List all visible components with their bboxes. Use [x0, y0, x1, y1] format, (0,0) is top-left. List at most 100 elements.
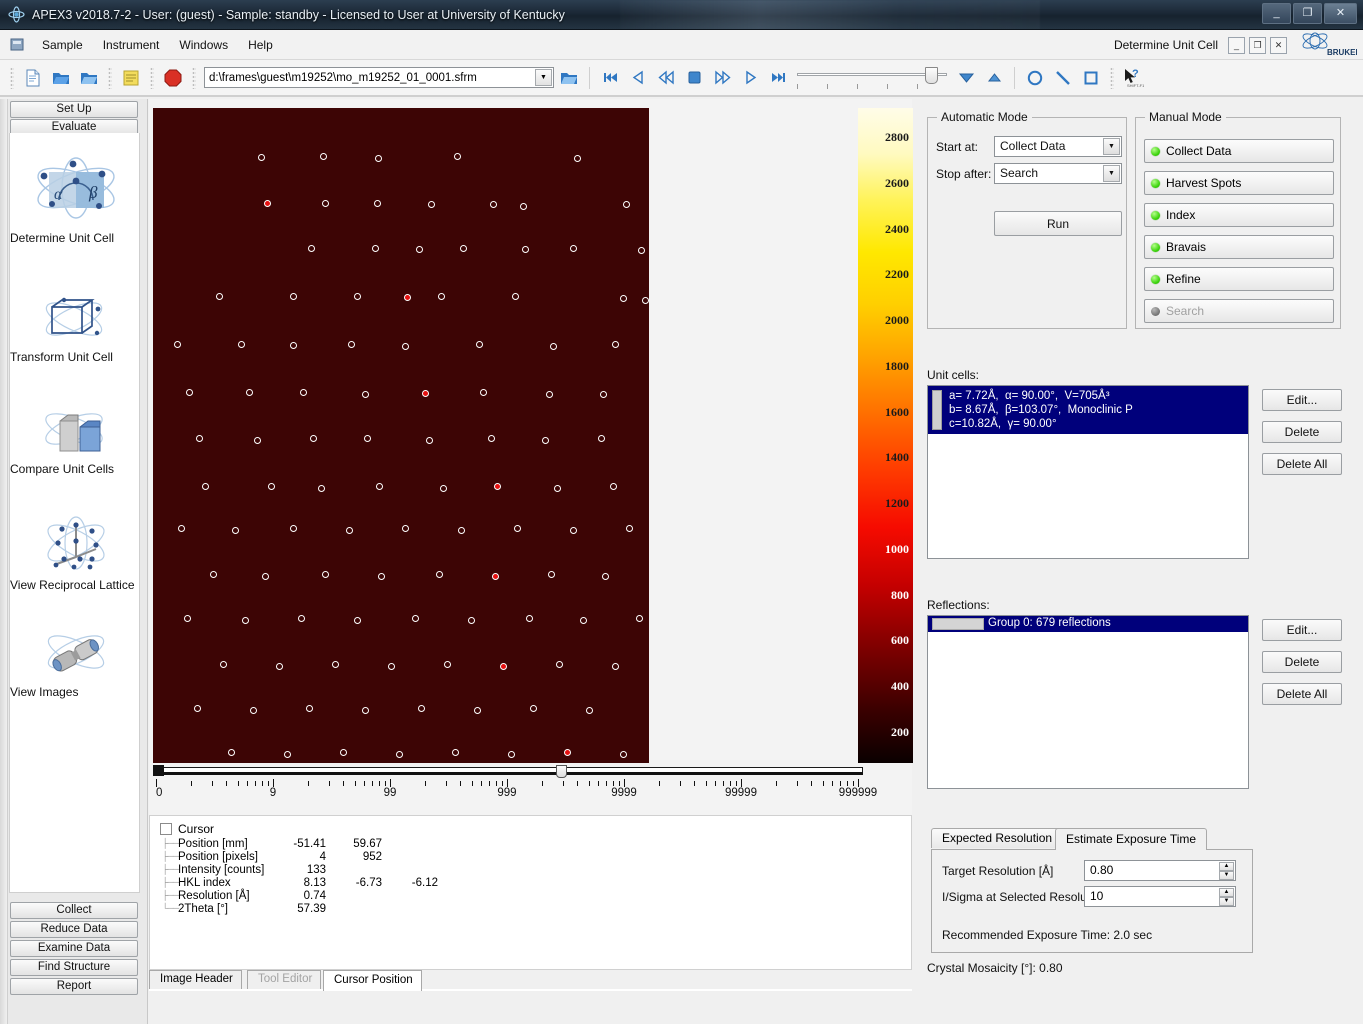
- mdi-minimize-button[interactable]: _: [1228, 36, 1245, 54]
- manual-step-bravais[interactable]: Bravais: [1144, 235, 1334, 259]
- reflection-spot[interactable]: [401, 524, 409, 532]
- reflection-spot[interactable]: [363, 434, 371, 442]
- toolbar-grip-4[interactable]: [192, 66, 196, 89]
- reflection-spot[interactable]: [361, 706, 369, 714]
- reflection-spot[interactable]: [427, 200, 435, 208]
- mdi-close-button[interactable]: ✕: [1270, 36, 1287, 54]
- sidebar-item-compare-unit-cells[interactable]: Compare Unit Cells: [10, 405, 141, 476]
- toolbar-grip[interactable]: [10, 66, 14, 89]
- reflection-spot[interactable]: [417, 704, 425, 712]
- intensity-scale-ruler[interactable]: 0 9 99 999 9999 99999 999999: [153, 765, 877, 809]
- reflection-spot[interactable]: [201, 482, 209, 490]
- reflection-spot[interactable]: [241, 616, 249, 624]
- sidebar-button-collect[interactable]: Collect: [10, 902, 138, 919]
- reflection-spot[interactable]: [525, 614, 533, 622]
- reflection-spot[interactable]: [601, 572, 609, 580]
- reflection-spot[interactable]: [473, 706, 481, 714]
- stepper-down-icon[interactable]: ▼: [1219, 871, 1234, 880]
- notes-icon[interactable]: [118, 65, 144, 91]
- reflection-spot[interactable]: [401, 342, 409, 350]
- frame-path-input[interactable]: d:\frames\guest\m19252\mo_m19252_01_0001…: [204, 67, 554, 88]
- reflection-spot[interactable]: [599, 390, 607, 398]
- reflection-spot[interactable]: [489, 200, 497, 208]
- reflection-spot[interactable]: [439, 484, 447, 492]
- slider-thumb[interactable]: [925, 66, 938, 84]
- reflection-spot[interactable]: [511, 292, 519, 300]
- reflection-spot[interactable]: [267, 482, 275, 490]
- reflection-spot[interactable]: [425, 436, 433, 444]
- reflection-spot[interactable]: [195, 434, 203, 442]
- reflections-delete-button[interactable]: Delete: [1262, 651, 1342, 673]
- reflection-spot[interactable]: [457, 526, 465, 534]
- help-cursor-icon[interactable]: ? SHIFT-F1: [1120, 65, 1146, 91]
- reflection-spot[interactable]: [371, 244, 379, 252]
- window-close-button[interactable]: ✕: [1324, 3, 1357, 24]
- reflection-spot[interactable]: [541, 436, 549, 444]
- menu-item-instrument[interactable]: Instrument: [93, 35, 170, 55]
- sidebar-button-examine-data[interactable]: Examine Data: [10, 940, 138, 957]
- reflection-spot[interactable]: [411, 614, 419, 622]
- reflection-spot[interactable]: [611, 340, 619, 348]
- reflection-spot[interactable]: [415, 245, 423, 253]
- cursor-expand-checkbox[interactable]: [160, 823, 172, 835]
- reflection-spot[interactable]: [321, 570, 329, 578]
- reflection-spot[interactable]: [479, 388, 487, 396]
- new-document-icon[interactable]: [20, 65, 46, 91]
- manual-step-search[interactable]: Search: [1144, 299, 1334, 323]
- last-frame-icon[interactable]: [765, 65, 791, 91]
- chevron-down-icon[interactable]: [953, 65, 979, 91]
- circle-tool-icon[interactable]: [1022, 65, 1048, 91]
- reflection-spot[interactable]: [555, 660, 563, 668]
- reflection-spot[interactable]: [513, 524, 521, 532]
- reflection-spot[interactable]: [622, 200, 630, 208]
- reflection-spot[interactable]: [289, 292, 297, 300]
- reflection-spot[interactable]: [529, 704, 537, 712]
- reflection-spot[interactable]: [177, 524, 185, 532]
- reflection-spot[interactable]: [289, 341, 297, 349]
- open-folder-alt-icon[interactable]: [76, 65, 102, 91]
- start-at-combobox[interactable]: Collect Data ▼: [994, 136, 1122, 157]
- play-icon[interactable]: [737, 65, 763, 91]
- sidebar-item-determine-unit-cell[interactable]: α β Determine Unit Cell: [10, 154, 141, 245]
- reflection-spot[interactable]: [545, 390, 553, 398]
- reflection-spot[interactable]: [475, 340, 483, 348]
- tab-tool-editor[interactable]: Tool Editor: [247, 970, 322, 989]
- unit-cells-edit-button[interactable]: Edit...: [1262, 389, 1342, 411]
- reflection-spot[interactable]: [377, 572, 385, 580]
- reflection-spot[interactable]: [231, 526, 239, 534]
- sidebar-item-transform-unit-cell[interactable]: Transform Unit Cell: [10, 293, 141, 364]
- reflections-listbox[interactable]: Group 0: 679 reflections: [927, 615, 1249, 789]
- diffraction-frame-view[interactable]: [153, 108, 649, 763]
- reflection-spot[interactable]: [361, 390, 369, 398]
- reflection-spot[interactable]: [395, 750, 403, 758]
- reflection-spot[interactable]: [373, 199, 381, 207]
- reflection-spot[interactable]: [619, 294, 627, 302]
- reflection-spot[interactable]: [317, 484, 325, 492]
- tab-image-header[interactable]: Image Header: [149, 970, 242, 989]
- reflection-spot[interactable]: [219, 660, 227, 668]
- reflection-spot[interactable]: [321, 199, 329, 207]
- reflection-spot[interactable]: [641, 296, 649, 304]
- reflection-spot[interactable]: [421, 389, 429, 397]
- reflection-spot[interactable]: [289, 524, 297, 532]
- manual-step-collect-data[interactable]: Collect Data: [1144, 139, 1334, 163]
- reflection-spot[interactable]: [569, 526, 577, 534]
- box-tool-icon[interactable]: [1078, 65, 1104, 91]
- stepper-down-icon[interactable]: ▼: [1219, 897, 1234, 906]
- manual-step-refine[interactable]: Refine: [1144, 267, 1334, 291]
- reflection-spot[interactable]: [499, 662, 507, 670]
- reflection-spot[interactable]: [227, 748, 235, 756]
- reflection-spot[interactable]: [331, 660, 339, 668]
- chevron-down-icon[interactable]: ▼: [535, 69, 552, 86]
- scale-low-handle[interactable]: [153, 765, 164, 776]
- tab-expected-resolution[interactable]: Expected Resolution: [931, 828, 1064, 848]
- reflection-spot[interactable]: [519, 202, 527, 210]
- reflection-spot[interactable]: [637, 246, 645, 254]
- toolbar-grip-5[interactable]: [1110, 66, 1114, 89]
- reflection-spot[interactable]: [183, 614, 191, 622]
- reflection-spot[interactable]: [353, 616, 361, 624]
- stop-icon[interactable]: [160, 65, 186, 91]
- unit-cell-row[interactable]: a= 7.72Å, α= 90.00°, V=705Å³ b= 8.67Å, β…: [928, 386, 1248, 434]
- unit-cells-delete-button[interactable]: Delete: [1262, 421, 1342, 443]
- toolbar-grip-2[interactable]: [108, 66, 112, 89]
